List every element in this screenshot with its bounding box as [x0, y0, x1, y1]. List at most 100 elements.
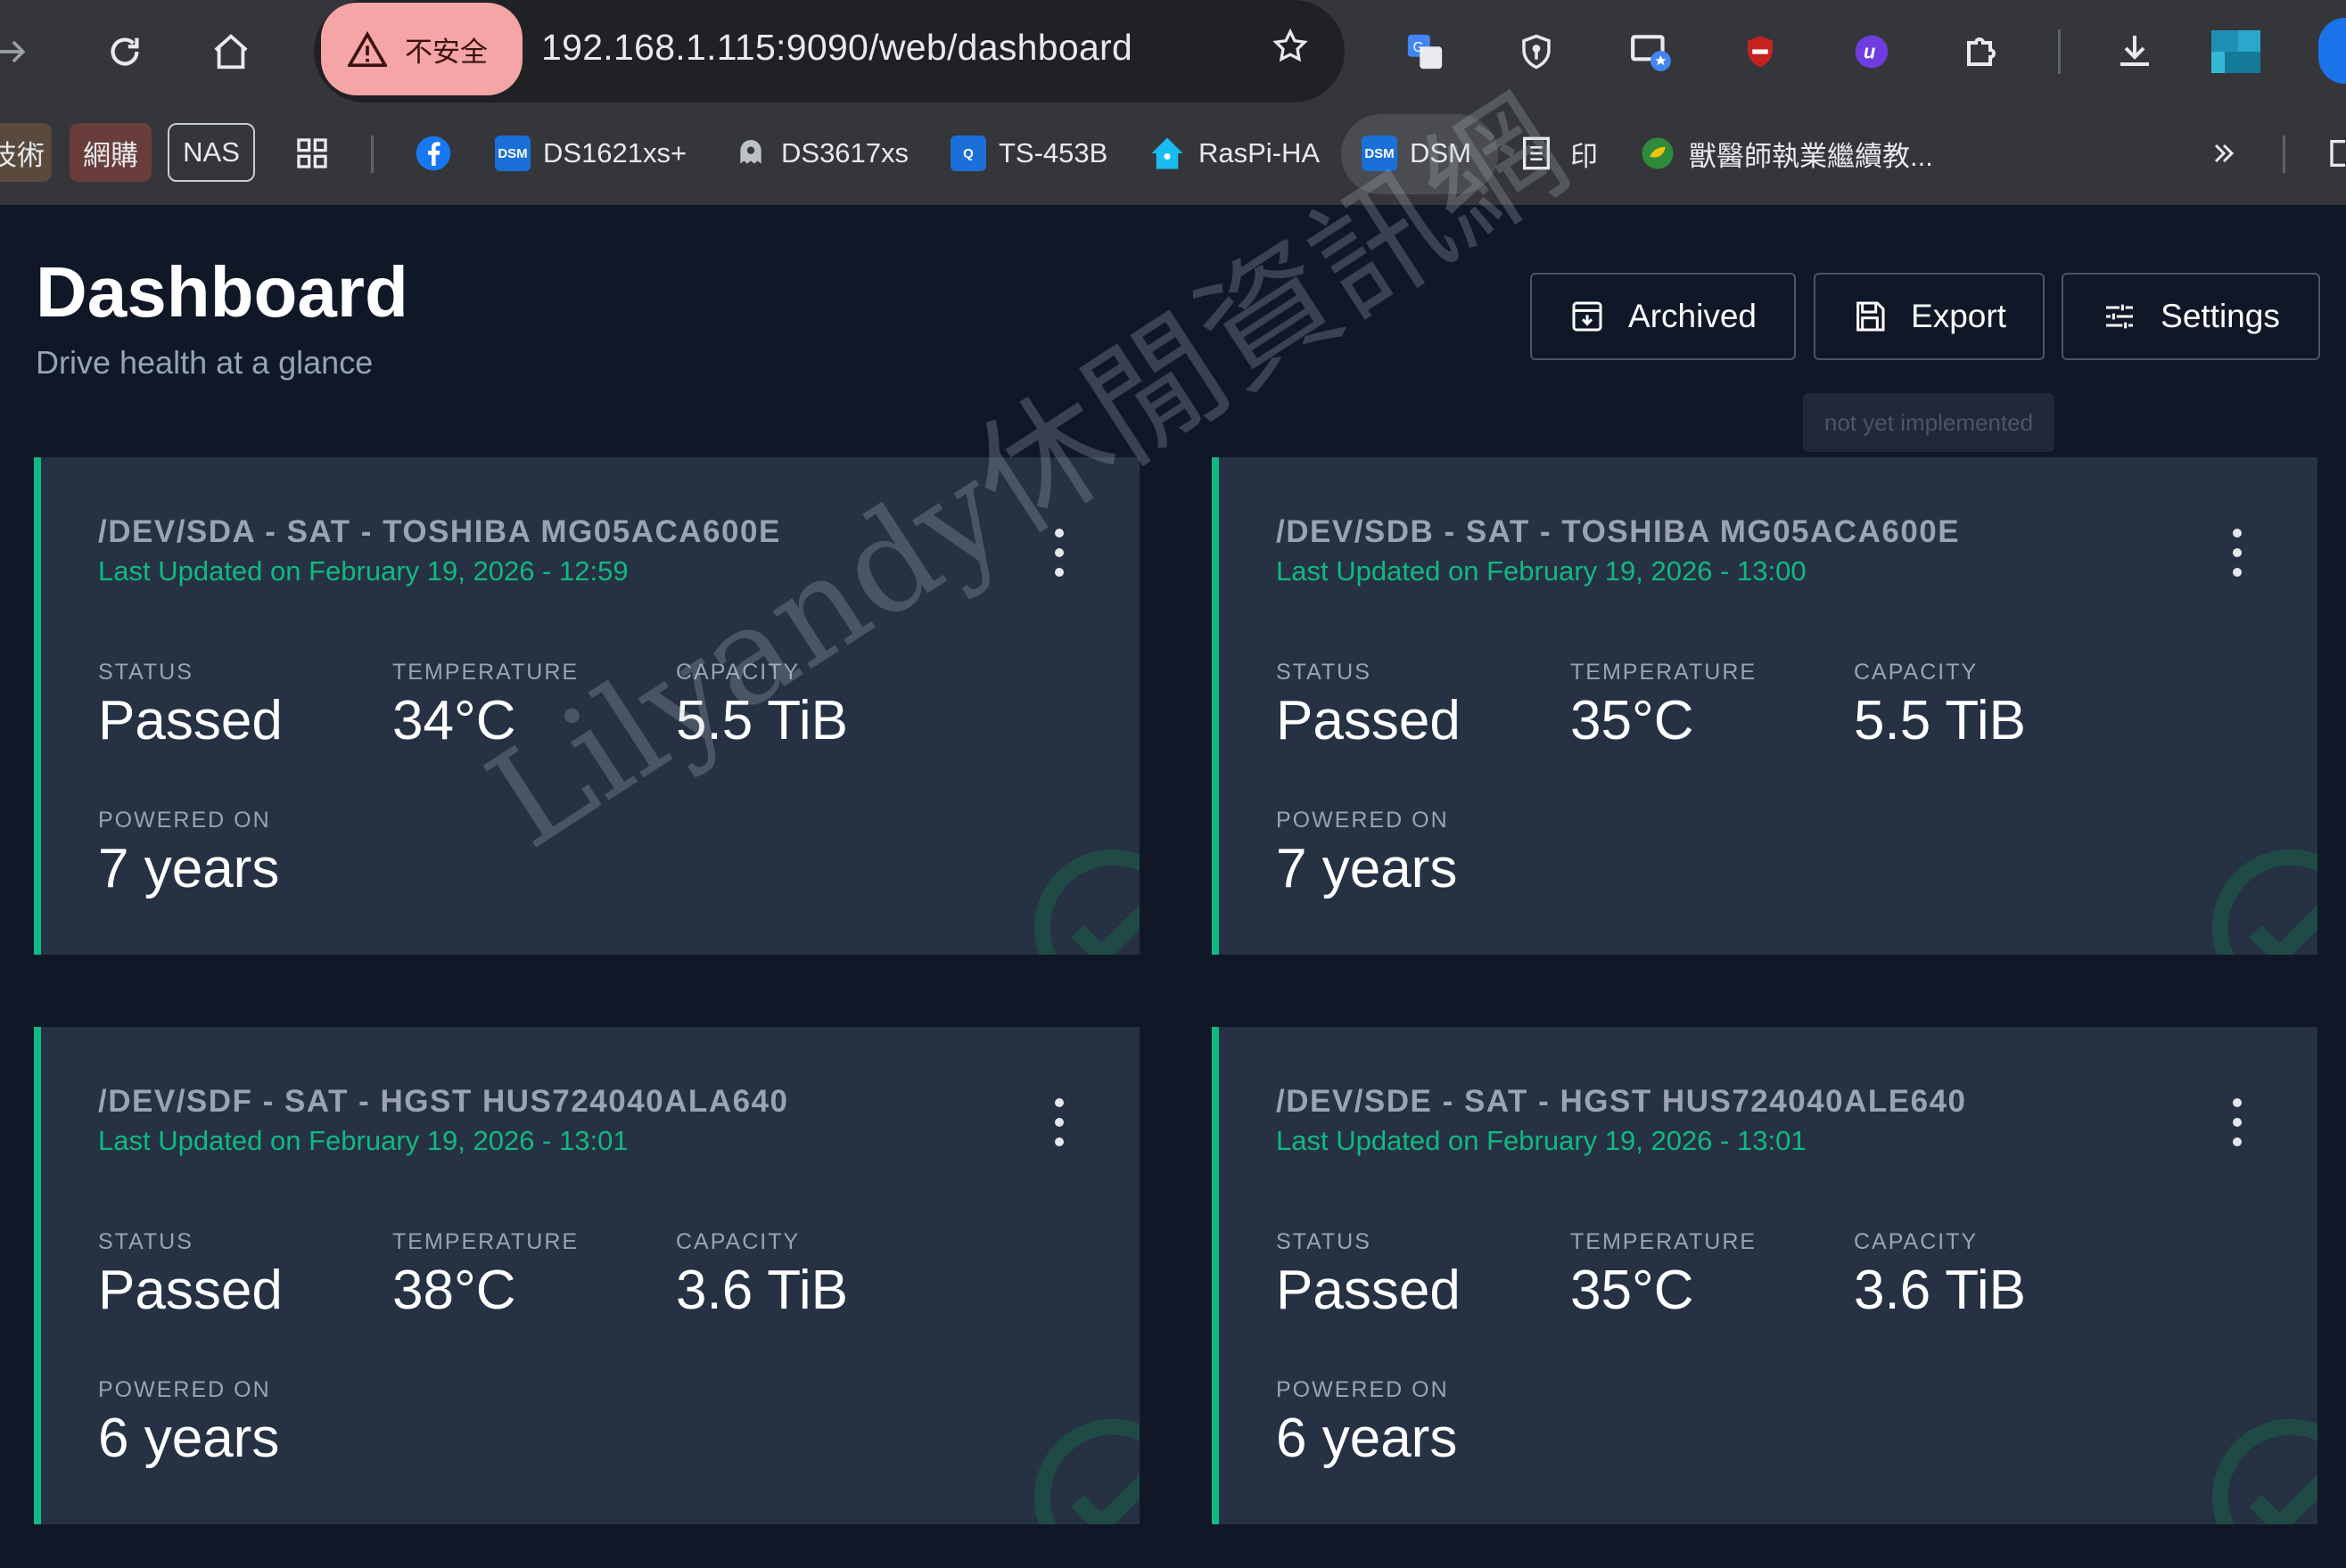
- bookmark-ts453b[interactable]: Q TS-453B: [951, 125, 1107, 182]
- dot: [1055, 568, 1064, 577]
- bookmarks-divider: [2283, 135, 2285, 173]
- powered-on-label: POWERED ON: [98, 1377, 271, 1402]
- home-button[interactable]: [200, 22, 262, 80]
- sliders-icon: [2102, 299, 2137, 334]
- extensions-button[interactable]: [1956, 25, 2010, 78]
- adblock-extension[interactable]: [1733, 25, 1787, 78]
- leaf-logo-icon: [1642, 137, 1674, 169]
- bookmark-print[interactable]: 印: [1520, 125, 1598, 182]
- translate-extension[interactable]: G: [1398, 25, 1452, 78]
- bookmark-label: 網購: [83, 139, 138, 171]
- bookmark-folder-nas[interactable]: NAS: [168, 123, 255, 182]
- page-subtitle: Drive health at a glance: [36, 344, 374, 381]
- screen-star-icon: [1631, 35, 1671, 71]
- powered-on-value: 7 years: [1276, 838, 1458, 899]
- temperature-label: TEMPERATURE: [1570, 660, 1757, 685]
- key-shield-icon: [1522, 34, 1551, 70]
- apps-grid-button[interactable]: [294, 125, 330, 182]
- ghost-logo-icon: [740, 140, 761, 164]
- reload-icon: [111, 37, 139, 66]
- translate-icon: G: [1407, 34, 1443, 70]
- svg-text:G: G: [1413, 40, 1424, 55]
- capacity-value: 3.6 TiB: [1854, 1260, 2026, 1321]
- dot: [2233, 1118, 2242, 1127]
- temperature-value: 35°C: [1570, 1260, 1694, 1321]
- card-menu-button[interactable]: [2219, 1098, 2255, 1146]
- settings-label: Settings: [2161, 298, 2280, 334]
- bookmark-vet[interactable]: 獸醫師執業繼續教...: [1639, 125, 1933, 182]
- dot: [2233, 568, 2242, 577]
- more-bookmarks-button[interactable]: [2208, 125, 2240, 182]
- card-menu-button[interactable]: [2219, 529, 2255, 577]
- page-title: Dashboard: [36, 252, 408, 332]
- folder-icon: [2330, 140, 2345, 167]
- archived-button[interactable]: Archived: [1530, 273, 1796, 360]
- drive-updated: Last Updated on February 19, 2026 - 13:0…: [1276, 1125, 1807, 1156]
- status-value: Passed: [1276, 690, 1461, 751]
- dot: [1055, 1098, 1064, 1107]
- reload-button[interactable]: [94, 22, 156, 80]
- capacity-value: 5.5 TiB: [1854, 690, 2026, 751]
- export-label: Export: [1911, 298, 2006, 334]
- card-menu-button[interactable]: [1041, 1098, 1077, 1146]
- bookmark-folder-tech[interactable]: 技術: [0, 123, 52, 182]
- browser-toolbar: 不安全 192.168.1.115:9090/web/dashboard G u: [0, 0, 2346, 103]
- url-text[interactable]: 192.168.1.115:9090/web/dashboard: [541, 27, 1132, 69]
- powered-on-label: POWERED ON: [1276, 1377, 1449, 1402]
- capacity-label: CAPACITY: [1854, 660, 1979, 685]
- profile-edge[interactable]: [2318, 18, 2346, 84]
- profile-avatar[interactable]: [2202, 25, 2292, 78]
- drive-card[interactable]: /DEV/SDE - SAT - HGST HUS724040ALE640 La…: [1212, 1027, 2317, 1524]
- bookmark-ds3617[interactable]: DS3617xs: [733, 125, 909, 182]
- bookmark-label: TS-453B: [999, 137, 1108, 168]
- screenshot-extension[interactable]: [1625, 25, 1678, 78]
- bookmark-raspi[interactable]: RasPi-HA: [1148, 125, 1320, 182]
- forward-icon: [0, 40, 26, 62]
- drive-updated: Last Updated on February 19, 2026 - 12:5…: [98, 555, 629, 587]
- bookmark-label: DS3617xs: [781, 137, 910, 168]
- forward-button[interactable]: [0, 22, 43, 80]
- drive-card[interactable]: /DEV/SDB - SAT - TOSHIBA MG05ACA600E Las…: [1212, 457, 2317, 955]
- status-label: STATUS: [98, 1229, 193, 1254]
- export-button[interactable]: Export: [1814, 273, 2045, 360]
- drive-updated: Last Updated on February 19, 2026 - 13:0…: [1276, 555, 1807, 587]
- card-menu-button[interactable]: [1041, 529, 1077, 577]
- drive-card[interactable]: /DEV/SDF - SAT - HGST HUS724040ALA640 La…: [34, 1027, 1140, 1524]
- powered-on-label: POWERED ON: [98, 808, 271, 833]
- home-icon: [214, 33, 248, 69]
- bookmarks-divider: [371, 135, 374, 173]
- temperature-label: TEMPERATURE: [392, 660, 580, 685]
- powered-on-value: 6 years: [98, 1408, 280, 1469]
- settings-button[interactable]: Settings: [2062, 273, 2320, 360]
- ublock-extension[interactable]: u: [1845, 25, 1898, 78]
- temperature-label: TEMPERATURE: [1570, 1229, 1757, 1254]
- bookmark-folder-shop[interactable]: 網購: [70, 123, 152, 182]
- dot: [1055, 1137, 1064, 1146]
- dot: [2233, 548, 2242, 557]
- all-bookmarks-button[interactable]: [2327, 125, 2345, 182]
- grid-icon: [297, 138, 327, 168]
- document-icon: [1523, 136, 1550, 170]
- security-chip[interactable]: 不安全: [321, 3, 523, 95]
- bookmark-label: RasPi-HA: [1198, 137, 1321, 168]
- drive-updated: Last Updated on February 19, 2026 - 13:0…: [98, 1125, 629, 1156]
- drive-card[interactable]: /DEV/SDA - SAT - TOSHIBA MG05ACA600E Las…: [34, 457, 1140, 955]
- downloads-button[interactable]: [2108, 25, 2161, 78]
- status-value: Passed: [98, 1260, 283, 1321]
- bookmark-ds1621[interactable]: DSM DS1621xs+: [495, 125, 687, 182]
- password-extension[interactable]: [1510, 25, 1563, 78]
- powered-on-value: 7 years: [98, 838, 280, 899]
- bookmark-dsm[interactable]: DSM DSM: [1362, 125, 1471, 182]
- status-value: Passed: [1276, 1260, 1461, 1321]
- bookmark-facebook[interactable]: [415, 125, 452, 182]
- save-icon: [1852, 299, 1888, 334]
- app-main: Dashboard Drive health at a glance Archi…: [0, 205, 2346, 1568]
- facebook-icon: [416, 135, 451, 171]
- bookmark-label: 印: [1570, 140, 1598, 172]
- bookmark-label: DS1621xs+: [543, 137, 687, 168]
- bookmark-star-button[interactable]: [1271, 27, 1310, 70]
- drive-title: /DEV/SDA - SAT - TOSHIBA MG05ACA600E: [98, 514, 781, 549]
- toolbar-divider: [2058, 29, 2061, 74]
- chevrons-right-icon: [2214, 144, 2235, 163]
- star-icon: [1272, 28, 1308, 62]
